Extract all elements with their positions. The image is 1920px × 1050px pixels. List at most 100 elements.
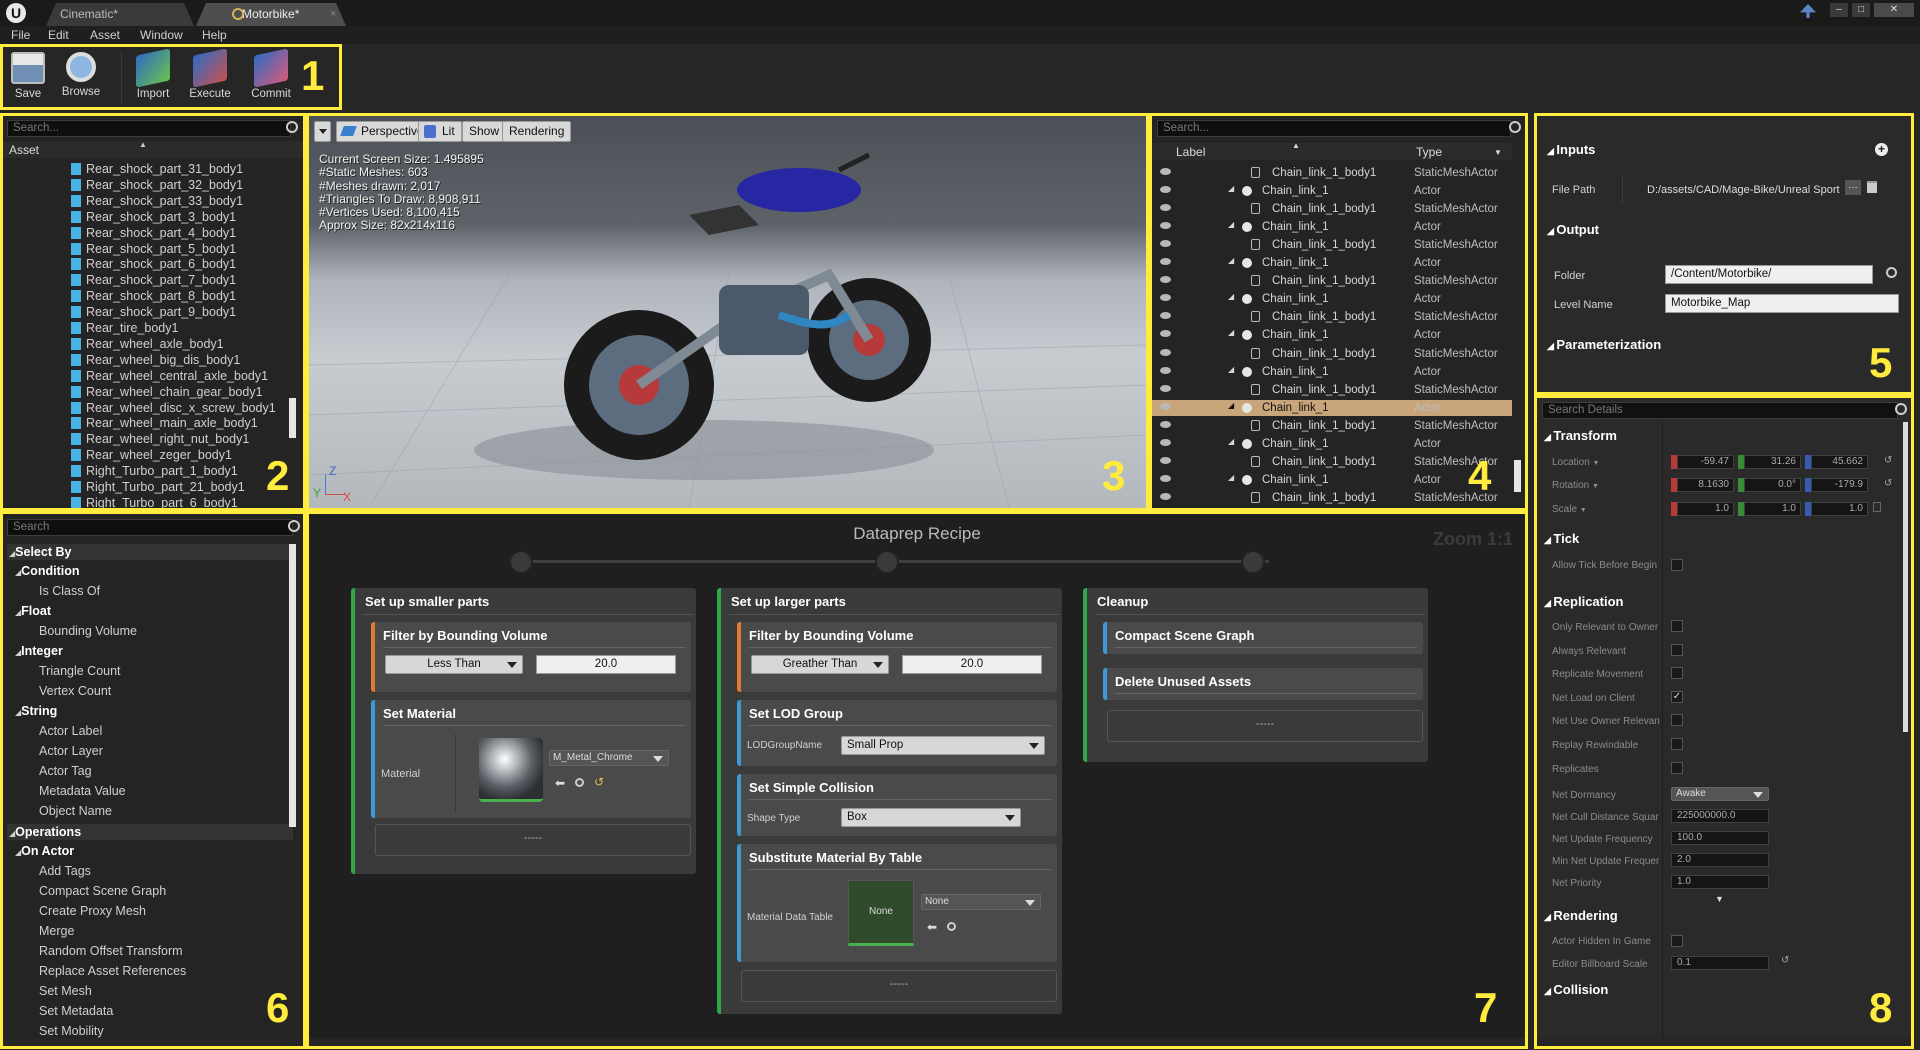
outliner-row[interactable]: ◢ Chain_link_1 Actor (1152, 291, 1512, 307)
palette-item[interactable]: Vertex Count (39, 684, 111, 698)
transform-section-header[interactable]: ◢ Transform (1544, 428, 1617, 443)
outliner-row[interactable]: ◢ Chain_link_1 Actor (1152, 399, 1512, 416)
substitute-material-block[interactable]: Substitute Material By Table Material Da… (737, 844, 1057, 962)
menu-edit[interactable]: Edit (48, 28, 69, 42)
expand-arrow-icon[interactable]: ◢ (1228, 328, 1234, 337)
asset-list-item[interactable]: Rear_shock_part_3_body1 (71, 210, 236, 224)
visibility-eye-icon[interactable] (1160, 492, 1171, 500)
outliner-row[interactable]: ◢ Chain_link_1 Actor (1152, 255, 1512, 271)
use-selected-icon[interactable]: ⬅ (555, 776, 565, 790)
outliner-row[interactable]: ◢ Chain_link_1 Actor (1152, 219, 1512, 235)
loc-component-input[interactable]: 45.662 (1811, 455, 1868, 469)
asset-list-item[interactable]: Rear_wheel_right_nut_body1 (71, 432, 249, 446)
viewport-options-dropdown[interactable] (314, 121, 331, 142)
asset-column-header[interactable]: Asset (3, 141, 303, 158)
outliner-row[interactable]: ◢ Chain_link_1 Actor (1152, 327, 1512, 343)
level-name-input[interactable]: Motorbike_Map (1665, 294, 1899, 313)
palette-category[interactable]: ◢Condition (15, 564, 79, 578)
rot-component-input[interactable]: 0.0° (1744, 478, 1801, 492)
outliner-row[interactable]: ◢ Chain_link_1 Actor (1152, 436, 1512, 452)
set-lod-group-block[interactable]: Set LOD Group LODGroupName Small Prop (737, 700, 1057, 766)
tab-motorbike[interactable]: Motorbike* (196, 3, 346, 26)
asset-list-item[interactable]: Rear_wheel_axle_body1 (71, 337, 224, 351)
replication-section-header[interactable]: ◢ Replication (1544, 594, 1624, 609)
reset-location-icon[interactable]: ↺ (1884, 455, 1892, 466)
visibility-eye-icon[interactable] (1160, 258, 1171, 266)
outliner-row[interactable]: Chain_link_1_body1 StaticMeshActor (1152, 201, 1512, 217)
replication-option-checkbox[interactable]: ✓ (1671, 690, 1683, 703)
tab-cinematic[interactable]: Cinematic* (46, 3, 194, 26)
expand-arrow-icon[interactable]: ◢ (1228, 401, 1234, 410)
menu-window[interactable]: Window (140, 28, 183, 42)
browse-folder-icon[interactable] (1886, 267, 1897, 278)
visibility-eye-icon[interactable] (1160, 294, 1171, 302)
filter-bounding-volume-block[interactable]: Filter by Bounding Volume Less Than 20.0 (371, 622, 691, 692)
asset-list-item[interactable]: Rear_wheel_main_axle_body1 (71, 416, 258, 430)
visibility-eye-icon[interactable] (1160, 240, 1171, 248)
rot-component-input[interactable]: -179.9 (1811, 478, 1868, 492)
palette-category[interactable]: ◢On Actor (15, 844, 74, 858)
label-column-header[interactable]: Label (1176, 145, 1205, 159)
asset-scrollbar[interactable] (289, 398, 296, 438)
details-scrollbar[interactable] (1903, 422, 1908, 732)
commit-button[interactable]: Commit (246, 48, 296, 106)
expand-arrow-icon[interactable]: ◢ (1228, 292, 1234, 301)
palette-category[interactable]: ◢Select By (7, 544, 293, 560)
outliner-row[interactable]: Chain_link_1_body1 StaticMeshActor (1152, 490, 1512, 506)
allow-tick-checkbox[interactable] (1671, 559, 1683, 571)
type-column-header[interactable]: Type (1416, 145, 1442, 159)
palette-item[interactable]: Replace Asset References (39, 964, 186, 978)
palette-item[interactable]: Bounding Volume (39, 624, 137, 638)
import-button[interactable]: Import (128, 48, 178, 106)
asset-list-item[interactable]: Rear_shock_part_8_body1 (71, 289, 236, 303)
action-set-up-smaller-parts[interactable]: Set up smaller parts Filter by Bounding … (351, 588, 696, 874)
add-step-dropzone[interactable]: ----- (741, 970, 1057, 1002)
asset-list-item[interactable]: Right_Turbo_part_6_body1 (71, 496, 238, 508)
add-step-dropzone[interactable]: ----- (1107, 710, 1423, 742)
palette-item[interactable]: Random Offset Transform (39, 944, 183, 958)
palette-category[interactable]: ◢Float (15, 604, 51, 618)
palette-item[interactable]: Set Mesh (39, 984, 92, 998)
replication-option-checkbox[interactable] (1671, 714, 1683, 727)
palette-item[interactable]: Is Class Of (39, 584, 100, 598)
outliner-row[interactable]: Chain_link_1_body1 StaticMeshActor (1152, 273, 1512, 289)
close-tab-icon[interactable]: × (330, 8, 336, 20)
folder-input[interactable]: /Content/Motorbike/ (1665, 265, 1873, 284)
action-cleanup[interactable]: Cleanup Compact Scene Graph Delete Unuse… (1083, 588, 1428, 762)
delete-icon[interactable] (1867, 181, 1877, 193)
min-net-update-input[interactable]: 2.0 (1671, 853, 1769, 867)
outliner-row[interactable]: ◢ Chain_link_1 Actor (1152, 183, 1512, 199)
browse-file-button[interactable]: … (1845, 180, 1861, 195)
palette-category[interactable]: ◢Integer (15, 644, 63, 658)
loc-component-input[interactable]: -59.47 (1677, 455, 1734, 469)
rendering-section-header[interactable]: ◢ Rendering (1544, 908, 1618, 923)
asset-list-item[interactable]: Rear_wheel_central_axle_body1 (71, 369, 268, 383)
scale-label[interactable]: Scale ▼ (1552, 504, 1587, 515)
save-button[interactable]: Save (3, 52, 53, 106)
tick-section-header[interactable]: ◢ Tick (1544, 531, 1579, 546)
asset-list-item[interactable]: Rear_shock_part_5_body1 (71, 242, 236, 256)
material-table-dropdown[interactable]: None (921, 894, 1041, 910)
asset-list-item[interactable]: Right_Turbo_part_1_body1 (71, 464, 238, 478)
visibility-eye-icon[interactable] (1160, 474, 1171, 482)
outliner-scrollbar[interactable] (1514, 460, 1521, 492)
replication-option-checkbox[interactable] (1671, 667, 1683, 680)
expand-arrow-icon[interactable]: ◢ (1228, 220, 1234, 229)
parameterization-section-header[interactable]: ◢ Parameterization (1547, 337, 1661, 352)
add-step-dropzone[interactable]: ----- (375, 824, 691, 856)
visibility-eye-icon[interactable] (1160, 438, 1171, 446)
palette-scrollbar[interactable] (289, 544, 296, 827)
timeline-node[interactable] (1241, 550, 1265, 574)
replication-option-checkbox[interactable] (1671, 620, 1683, 632)
lock-icon[interactable] (1873, 502, 1881, 512)
asset-list-item[interactable]: Rear_shock_part_32_body1 (71, 178, 243, 192)
scl-component-input[interactable]: 1.0 (1811, 502, 1868, 516)
outliner-row[interactable]: Chain_link_1_body1 StaticMeshActor (1152, 454, 1512, 470)
add-input-icon[interactable]: + (1875, 143, 1888, 156)
replication-option-checkbox[interactable] (1671, 738, 1683, 750)
browse-asset-icon[interactable] (947, 922, 956, 931)
visibility-eye-icon[interactable] (1160, 366, 1171, 374)
palette-item[interactable]: Merge (39, 924, 74, 938)
output-section-header[interactable]: ◢ Output (1547, 222, 1599, 237)
set-material-block[interactable]: Set Material Material M_Metal_Chrome ⬅ ↺ (371, 700, 691, 818)
